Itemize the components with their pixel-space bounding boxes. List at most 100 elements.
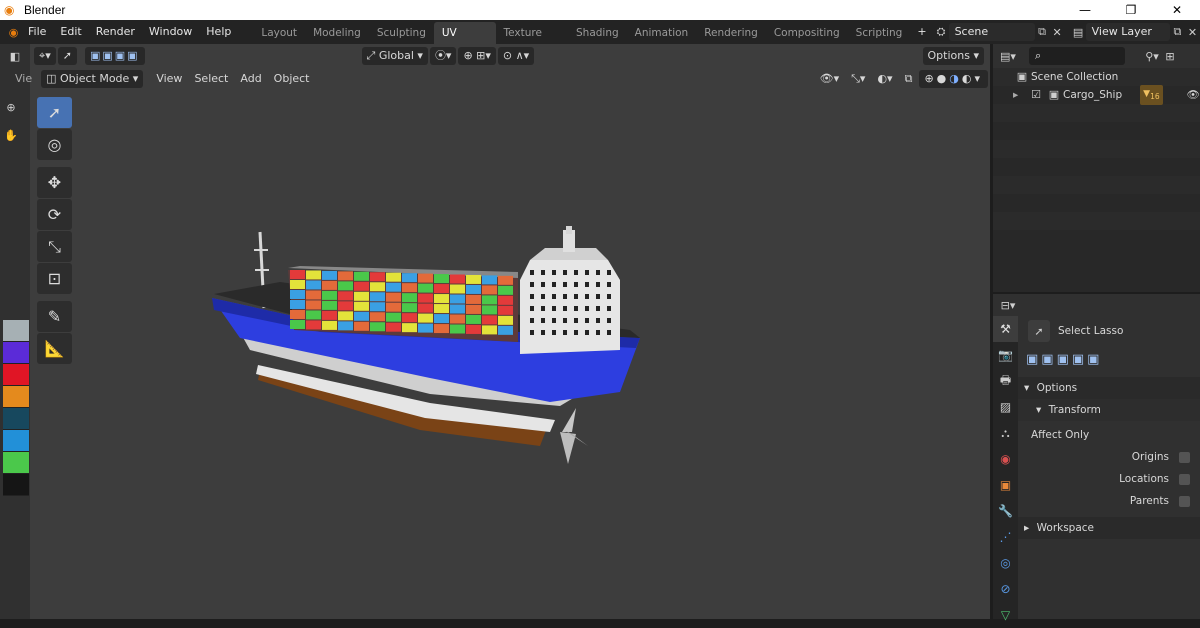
new-scene-icon[interactable]: ⧉ <box>1035 23 1050 41</box>
lasso-tool-icon[interactable]: ➚ <box>57 47 77 65</box>
tab-object-icon[interactable]: ▣ <box>993 472 1018 498</box>
tab-layout[interactable]: Layout <box>253 22 305 44</box>
palette-swatch[interactable] <box>3 320 29 342</box>
menu-view[interactable]: View <box>151 70 187 88</box>
menu-add[interactable]: Add <box>235 70 266 88</box>
new-collection-icon[interactable]: ⊞ <box>1161 47 1179 65</box>
delete-scene-icon[interactable]: ✕ <box>1050 23 1065 41</box>
tab-texture-paint[interactable]: Texture Paint <box>496 22 568 61</box>
tab-modeling[interactable]: Modeling <box>305 22 369 44</box>
add-workspace-button[interactable]: + <box>910 20 933 44</box>
options-panel-header[interactable]: ▾ Options <box>1018 377 1200 399</box>
palette-swatch[interactable] <box>3 364 29 386</box>
tab-physics-icon[interactable]: ◎ <box>993 550 1018 576</box>
tab-render-icon[interactable]: 📷 <box>993 342 1018 368</box>
select-tool-icon[interactable]: ➚ <box>37 97 72 128</box>
origins-checkbox[interactable] <box>1179 451 1190 463</box>
tab-output-icon[interactable]: 🖶 <box>993 368 1018 394</box>
palette-swatch[interactable] <box>3 386 29 408</box>
rotate-tool-icon[interactable]: ⟳ <box>37 199 72 230</box>
transform-subpanel-header[interactable]: ▾ Transform <box>1018 399 1200 421</box>
filter-icon[interactable]: ⚲▾ <box>1143 47 1161 65</box>
tab-uv-editing[interactable]: UV Editing <box>433 22 496 61</box>
palette-swatch[interactable] <box>3 342 29 364</box>
bridge-window <box>596 318 600 323</box>
move-tool-icon[interactable]: ✥ <box>37 167 72 198</box>
palette-swatch[interactable] <box>3 474 29 496</box>
shading-mode-icons[interactable]: ⊕●◑◐▾ <box>919 70 988 88</box>
xray-icon[interactable]: ⧉ <box>900 70 918 88</box>
tab-animation[interactable]: Animation <box>627 22 697 44</box>
snap-icon[interactable]: ⊕ ⊞▾ <box>458 47 496 65</box>
bridge-window <box>585 318 589 323</box>
editor-type-icon[interactable]: ◧ <box>6 47 24 65</box>
proportional-edit-icon[interactable]: ⊙ ∧▾ <box>497 47 535 65</box>
selection-mode-icons[interactable]: ▣▣▣▣ <box>84 47 145 65</box>
properties-editor-icon[interactable]: ⊟▾ <box>999 296 1017 314</box>
outliner-row-scene-collection[interactable]: ▣ Scene Collection <box>993 68 1200 86</box>
options-dropdown[interactable]: Options ▾ <box>922 47 984 65</box>
tab-scripting[interactable]: Scripting <box>848 22 911 44</box>
tab-compositing[interactable]: Compositing <box>766 22 848 44</box>
workspace-panel-header[interactable]: ▸ Workspace <box>1018 517 1200 539</box>
scene-name-field[interactable]: Scene <box>948 23 1035 41</box>
menu-select[interactable]: Select <box>189 70 233 88</box>
annotate-tool-icon[interactable]: ✎ <box>37 301 72 332</box>
object-mode-dropdown[interactable]: ◫ Object Mode ▾ <box>41 70 144 88</box>
menu-help[interactable]: Help <box>199 20 238 44</box>
delete-view-layer-icon[interactable]: ✕ <box>1185 23 1200 41</box>
tab-world-icon[interactable]: ◉ <box>993 446 1018 472</box>
selection-mode-buttons[interactable]: ▣▣▣▣▣ <box>1018 352 1200 367</box>
tab-shading[interactable]: Shading <box>568 22 627 44</box>
checkbox-icon[interactable]: ☑ <box>1027 86 1045 104</box>
tab-data-icon[interactable]: ▽ <box>993 602 1018 628</box>
palette-swatch[interactable] <box>3 452 29 474</box>
parents-checkbox[interactable] <box>1179 495 1190 507</box>
measure-tool-icon[interactable]: 📐 <box>37 333 72 364</box>
maximize-button[interactable]: ❐ <box>1108 0 1154 20</box>
palette-swatch[interactable] <box>3 408 29 430</box>
menu-file[interactable]: File <box>21 20 53 44</box>
tab-rendering[interactable]: Rendering <box>696 22 766 44</box>
outliner-row-cargo-ship[interactable]: ▸ ☑ ▣ Cargo_Ship ▼16 👁 <box>993 84 1200 106</box>
expand-arrow-icon[interactable]: ▸ <box>1013 86 1027 104</box>
transform-orientation-dropdown[interactable]: ⤢ Global ▾ <box>361 47 428 65</box>
transform-tool-icon[interactable]: ⊡ <box>37 263 72 294</box>
visibility-icon[interactable]: 👁▾ <box>815 70 845 88</box>
overlay-icon[interactable]: ◐▾ <box>872 70 897 88</box>
outliner-search-input[interactable]: ⌕ <box>1029 47 1125 65</box>
tab-sculpting[interactable]: Sculpting <box>369 22 434 44</box>
close-button[interactable]: ✕ <box>1154 0 1200 20</box>
visibility-eye-icon[interactable]: 👁 <box>1187 86 1200 104</box>
tab-scene-icon[interactable]: ⛬ <box>993 420 1018 446</box>
view-layer-field[interactable]: View Layer <box>1085 23 1170 41</box>
tab-modifier-icon[interactable]: 🔧 <box>993 498 1018 524</box>
menu-edit[interactable]: Edit <box>53 20 88 44</box>
transform-pivot-icon[interactable]: ⌖▾ <box>34 47 56 65</box>
cursor-tool-icon[interactable]: ◎ <box>37 129 72 160</box>
locations-checkbox-row[interactable]: Locations <box>1018 473 1200 485</box>
blender-menu-icon[interactable]: ◉ <box>6 23 21 41</box>
menu-window[interactable]: Window <box>142 20 199 44</box>
tab-view-layer-icon[interactable]: ▨ <box>993 394 1018 420</box>
new-view-layer-icon[interactable]: ⧉ <box>1170 23 1185 41</box>
scene-selector-icon[interactable]: ⛭ <box>934 23 949 41</box>
tab-tool-icon[interactable]: ⚒ <box>993 316 1018 342</box>
tab-particles-icon[interactable]: ⋰ <box>993 524 1018 550</box>
cargo-ship-model[interactable] <box>200 220 660 470</box>
pivot-point-icon[interactable]: ⦿▾ <box>429 47 457 65</box>
menu-object[interactable]: Object <box>269 70 315 88</box>
view-layer-icon[interactable]: ▤ <box>1071 23 1086 41</box>
parents-checkbox-row[interactable]: Parents <box>1018 495 1200 507</box>
scale-tool-icon[interactable]: ⤡ <box>37 231 72 262</box>
gizmo-icon[interactable]: ⤡▾ <box>846 70 870 88</box>
pan-hand-icon[interactable]: ✋ <box>2 126 20 144</box>
menu-render[interactable]: Render <box>89 20 142 44</box>
locations-checkbox[interactable] <box>1179 473 1190 485</box>
origins-checkbox-row[interactable]: Origins <box>1018 451 1200 463</box>
minimize-button[interactable]: — <box>1062 0 1108 20</box>
outliner-editor-icon[interactable]: ▤▾ <box>999 47 1017 65</box>
tab-constraints-icon[interactable]: ⊘ <box>993 576 1018 602</box>
palette-swatch[interactable] <box>3 430 29 452</box>
zoom-icon[interactable]: ⊕ <box>2 98 20 116</box>
